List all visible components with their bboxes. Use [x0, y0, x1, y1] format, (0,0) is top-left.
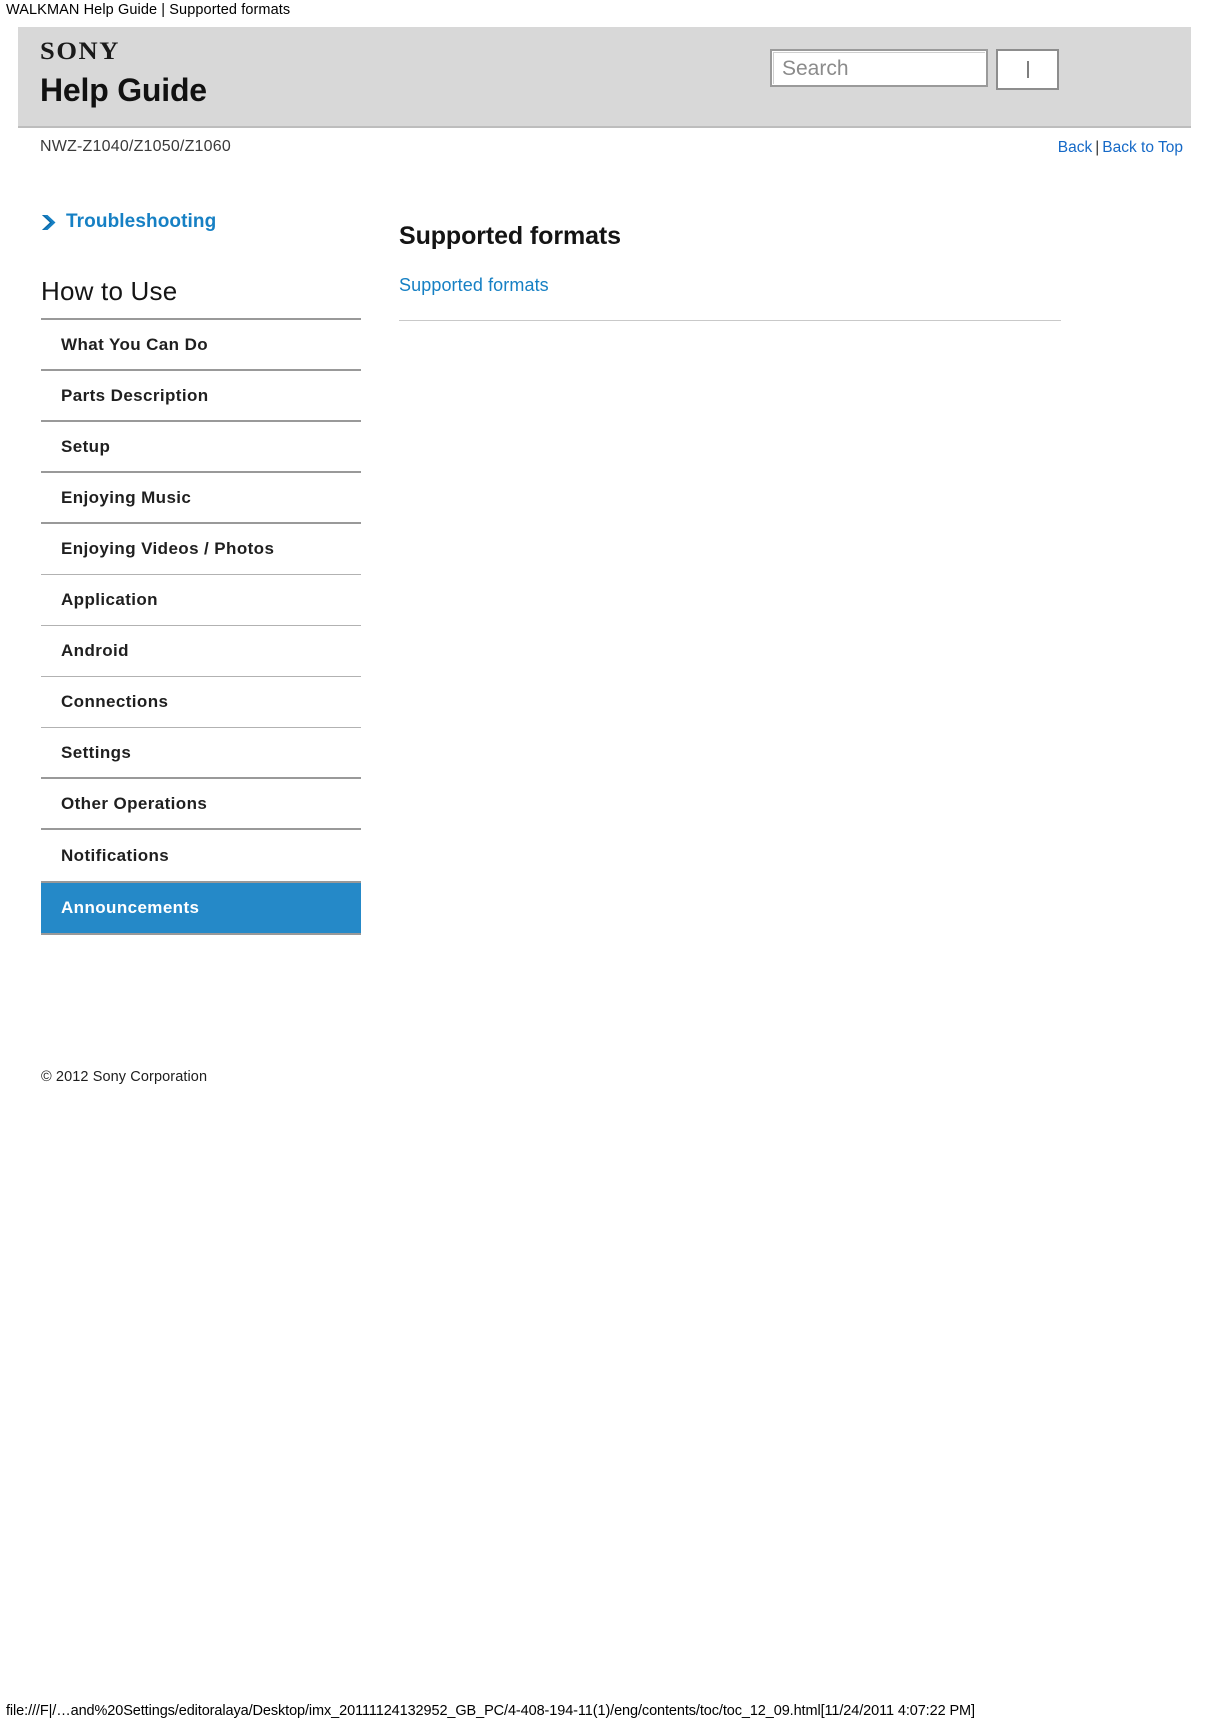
sidebar-item-enjoying-music[interactable]: Enjoying Music: [41, 473, 361, 524]
content-link-row: Supported formats: [399, 275, 1061, 296]
browser-page-title: WALKMAN Help Guide | Supported formats: [6, 2, 291, 18]
sidebar-item-other-operations[interactable]: Other Operations: [41, 779, 361, 830]
sidebar-item-label: Enjoying Music: [61, 487, 192, 507]
sidebar-item-label: Other Operations: [61, 793, 208, 813]
sidebar-item-label: Notifications: [61, 845, 170, 865]
copyright-notice: © 2012 Sony Corporation: [41, 1069, 208, 1085]
sidebar-item-label: Announcements: [61, 898, 200, 917]
sidebar: Troubleshooting How to Use What You Can …: [41, 210, 361, 935]
sidebar-nav-list: What You Can Do Parts Description Setup …: [41, 318, 361, 935]
main-content: Supported formats Supported formats: [399, 210, 1061, 321]
search-submit-button[interactable]: [996, 49, 1059, 90]
sidebar-item-android[interactable]: Android: [41, 626, 361, 677]
sidebar-item-setup[interactable]: Setup: [41, 422, 361, 473]
sony-logo: SONY: [40, 38, 120, 65]
sidebar-item-label: Connections: [61, 692, 169, 711]
sidebar-item-settings[interactable]: Settings: [41, 728, 361, 779]
search-form: [770, 49, 1059, 90]
chevron-right-icon: [42, 214, 56, 230]
sidebar-item-label: What You Can Do: [61, 334, 209, 354]
content-link-supported-formats[interactable]: Supported formats: [399, 275, 549, 295]
model-number: NWZ-Z1040/Z1050/Z1060: [40, 138, 231, 155]
site-header-banner: SONY Help Guide: [18, 27, 1191, 128]
page-title: Help Guide: [40, 72, 207, 108]
sidebar-item-label: Android: [61, 641, 129, 660]
model-bar: NWZ-Z1040/Z1050/Z1060 Back | Back to Top: [18, 138, 1191, 166]
sidebar-item-label: Application: [61, 590, 158, 609]
sidebar-item-announcements[interactable]: Announcements: [41, 881, 361, 935]
sidebar-item-label: Setup: [61, 436, 111, 456]
back-to-top-link[interactable]: Back to Top: [1102, 139, 1183, 156]
search-input[interactable]: [774, 53, 985, 84]
sidebar-item-application[interactable]: Application: [41, 575, 361, 626]
status-bar-path: file:///F|/…and%20Settings/editoralaya/D…: [6, 1703, 975, 1719]
content-divider: [399, 320, 1061, 321]
link-separator: |: [1095, 139, 1100, 156]
sidebar-item-troubleshooting[interactable]: Troubleshooting: [41, 210, 361, 234]
sidebar-item-label: Settings: [61, 742, 132, 762]
back-link[interactable]: Back: [1058, 139, 1092, 156]
sidebar-item-connections[interactable]: Connections: [41, 677, 361, 728]
top-navigation-links: Back | Back to Top: [1058, 139, 1183, 157]
sidebar-item-label: Enjoying Videos / Photos: [61, 539, 275, 558]
search-button-face: [1026, 61, 1029, 78]
sidebar-item-parts-description[interactable]: Parts Description: [41, 371, 361, 422]
search-input-shell: [770, 49, 988, 87]
sidebar-item-notifications[interactable]: Notifications: [41, 830, 361, 881]
sidebar-item-troubleshooting-label: Troubleshooting: [66, 211, 217, 232]
sidebar-item-label: Parts Description: [61, 385, 209, 405]
sidebar-item-enjoying-videos-photos[interactable]: Enjoying Videos / Photos: [41, 524, 361, 575]
sidebar-item-what-you-can-do[interactable]: What You Can Do: [41, 320, 361, 371]
sidebar-section-heading: How to Use: [41, 276, 178, 306]
content-heading: Supported formats: [399, 222, 621, 250]
